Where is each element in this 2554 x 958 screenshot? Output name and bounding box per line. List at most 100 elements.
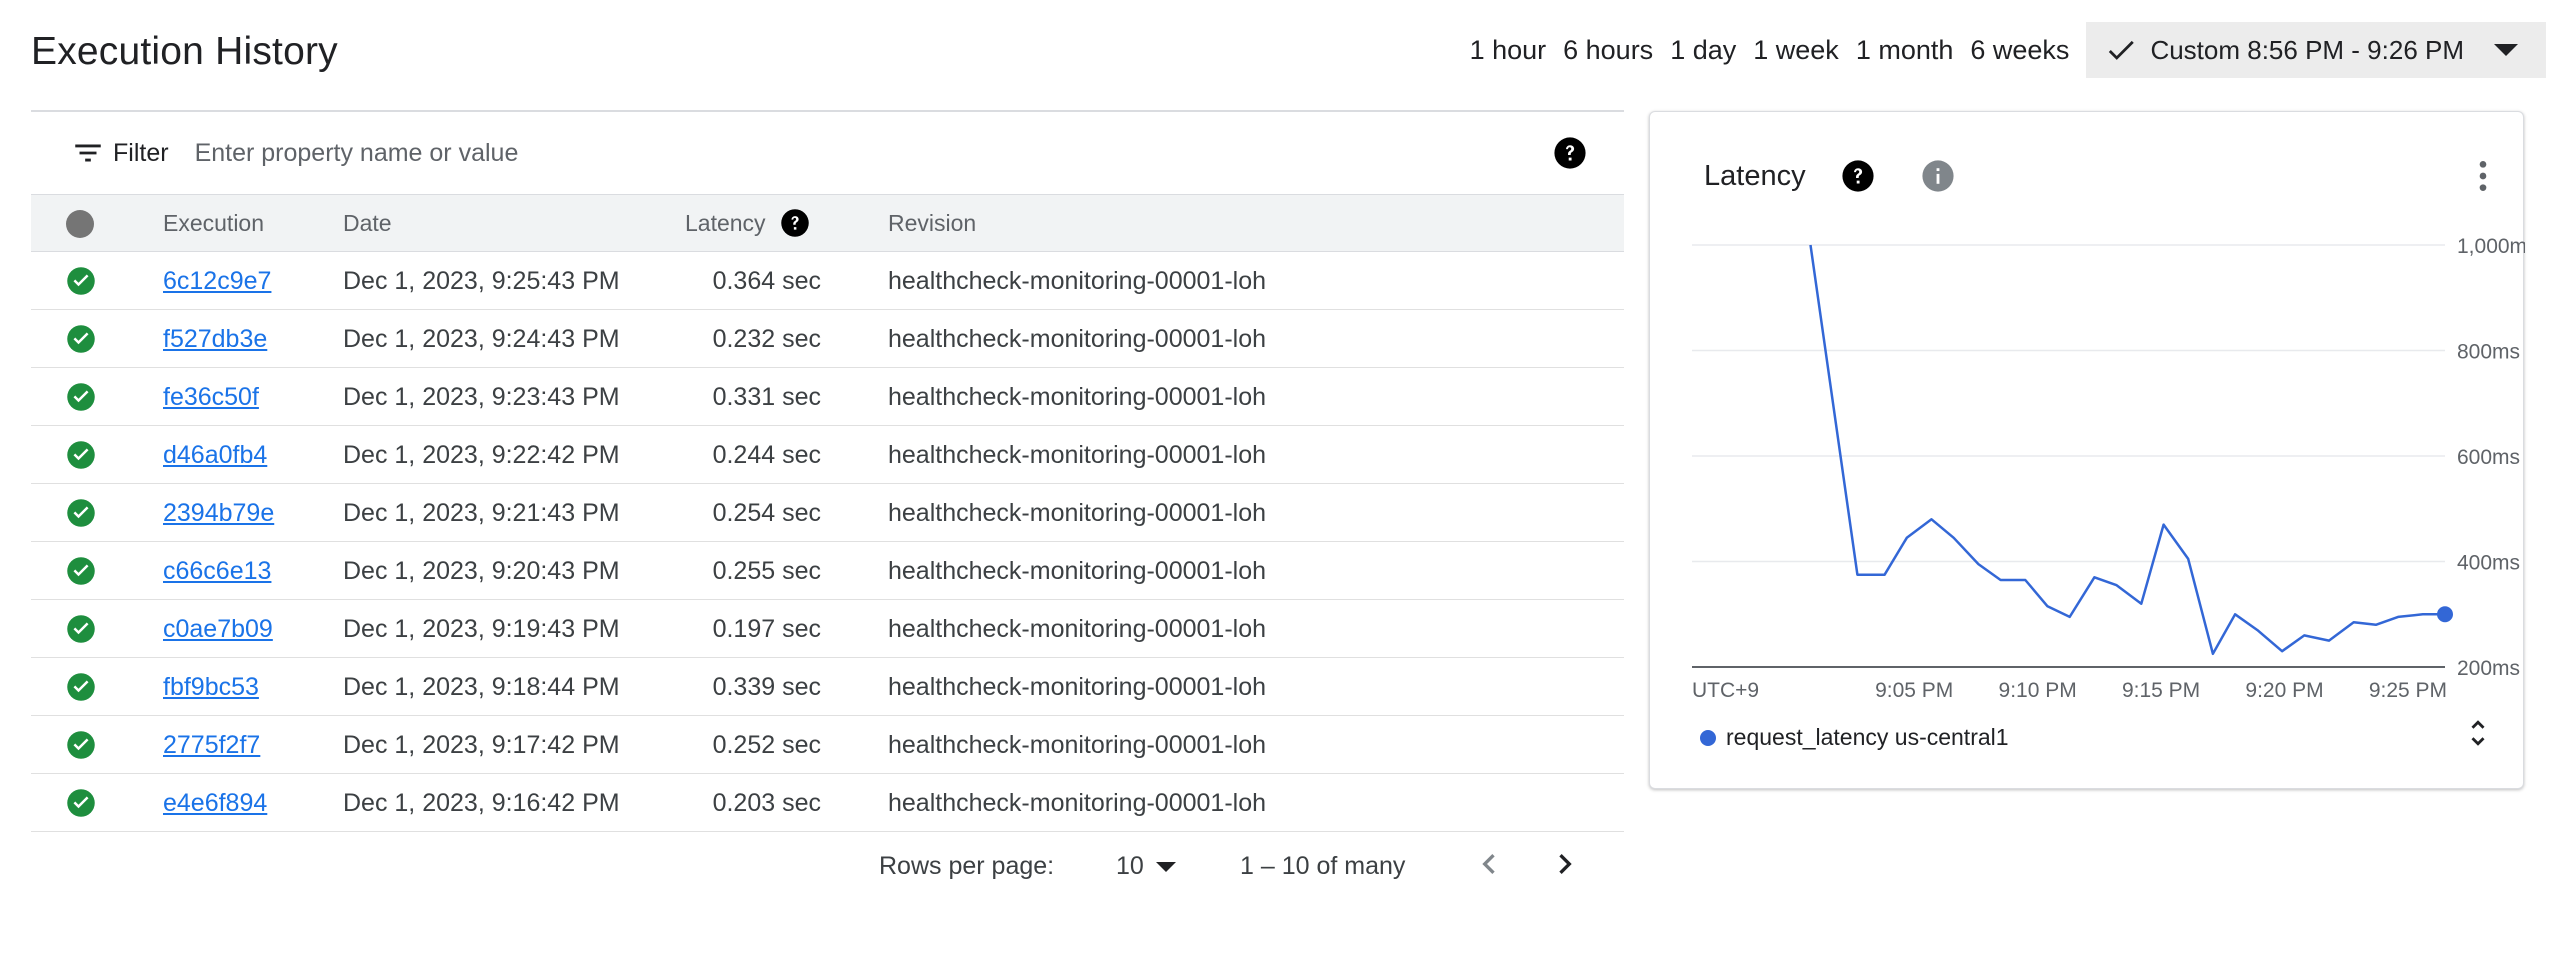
chevron-right-icon[interactable] <box>1545 844 1585 884</box>
dropdown-caret-icon <box>2494 44 2518 56</box>
expand-collapse-icon[interactable] <box>2461 716 2495 750</box>
execution-revision: healthcheck-monitoring-00001-loh <box>888 731 1267 759</box>
table-row: fe36c50f Dec 1, 2023, 9:23:43 PM 0.331 s… <box>31 368 1624 426</box>
range-1-hour[interactable]: 1 hour <box>1470 35 1547 66</box>
pagination: Rows per page: 10 1 – 10 of many <box>31 832 1624 898</box>
success-check-icon <box>67 383 95 411</box>
success-check-icon <box>67 441 95 469</box>
execution-latency: 0.364 sec <box>712 267 821 295</box>
series-line <box>1809 244 2445 656</box>
execution-date: Dec 1, 2023, 9:22:42 PM <box>343 441 620 469</box>
execution-latency: 0.255 sec <box>712 557 821 585</box>
success-check-icon <box>67 267 95 295</box>
filter-icon[interactable] <box>71 136 105 170</box>
custom-range-dropdown[interactable]: Custom 8:56 PM - 9:26 PM <box>2086 22 2546 78</box>
execution-link[interactable]: c66c6e13 <box>163 557 271 586</box>
execution-revision: healthcheck-monitoring-00001-loh <box>888 499 1267 527</box>
execution-table-panel: Filter Execution Date Latency Revision 6… <box>31 110 1624 898</box>
execution-date: Dec 1, 2023, 9:18:44 PM <box>343 673 620 701</box>
table-row: 6c12c9e7 Dec 1, 2023, 9:25:43 PM 0.364 s… <box>31 252 1624 310</box>
execution-link[interactable]: 6c12c9e7 <box>163 267 271 296</box>
success-check-icon <box>67 673 95 701</box>
execution-revision: healthcheck-monitoring-00001-loh <box>888 673 1267 701</box>
range-1-day[interactable]: 1 day <box>1670 35 1736 66</box>
execution-link[interactable]: c0ae7b09 <box>163 615 273 644</box>
rows-per-page-label: Rows per page: <box>879 852 1055 880</box>
success-check-icon <box>67 557 95 585</box>
header-execution[interactable]: Execution <box>163 210 264 237</box>
timezone-label: UTC+9 <box>1692 679 1759 702</box>
success-check-icon <box>67 325 95 353</box>
range-1-month[interactable]: 1 month <box>1856 35 1954 66</box>
x-tick-label: 9:10 PM <box>1999 679 2077 702</box>
execution-revision: healthcheck-monitoring-00001-loh <box>888 383 1267 411</box>
range-6-weeks[interactable]: 6 weeks <box>1970 35 2069 66</box>
check-icon <box>2109 40 2135 60</box>
header-latency[interactable]: Latency <box>685 208 810 238</box>
execution-revision: healthcheck-monitoring-00001-loh <box>888 615 1267 643</box>
range-1-week[interactable]: 1 week <box>1753 35 1839 66</box>
rows-per-page-select[interactable]: 10 <box>1116 852 1176 881</box>
execution-latency: 0.244 sec <box>712 441 821 469</box>
range-6-hours[interactable]: 6 hours <box>1563 35 1653 66</box>
filter-bar: Filter <box>31 112 1624 194</box>
execution-date: Dec 1, 2023, 9:20:43 PM <box>343 557 620 585</box>
chart-legend[interactable]: request_latency us-central1 <box>1700 724 2009 751</box>
success-check-icon <box>67 731 95 759</box>
table-row: f527db3e Dec 1, 2023, 9:24:43 PM 0.232 s… <box>31 310 1624 368</box>
table-header: Execution Date Latency Revision <box>31 194 1624 252</box>
execution-link[interactable]: d46a0fb4 <box>163 441 267 470</box>
chevron-left-icon[interactable] <box>1469 844 1509 884</box>
y-tick-label: 1,000ms <box>2457 235 2525 258</box>
execution-latency: 0.339 sec <box>712 673 821 701</box>
x-tick-label: 9:25 PM <box>2369 679 2447 702</box>
execution-link[interactable]: f527db3e <box>163 325 267 354</box>
execution-latency: 0.331 sec <box>712 383 821 411</box>
execution-date: Dec 1, 2023, 9:19:43 PM <box>343 615 620 643</box>
x-tick-label: 9:05 PM <box>1875 679 1953 702</box>
header-date[interactable]: Date <box>343 210 392 237</box>
execution-date: Dec 1, 2023, 9:24:43 PM <box>343 325 620 353</box>
filter-input[interactable] <box>194 138 1095 168</box>
table-row: 2775f2f7 Dec 1, 2023, 9:17:42 PM 0.252 s… <box>31 716 1624 774</box>
execution-revision: healthcheck-monitoring-00001-loh <box>888 267 1267 295</box>
header-latency-label: Latency <box>685 209 766 236</box>
table-row: d46a0fb4 Dec 1, 2023, 9:22:42 PM 0.244 s… <box>31 426 1624 484</box>
legend-series-name: request_latency us-central1 <box>1726 724 2009 750</box>
execution-revision: healthcheck-monitoring-00001-loh <box>888 325 1267 353</box>
execution-link[interactable]: fe36c50f <box>163 383 259 412</box>
table-row: fbf9bc53 Dec 1, 2023, 9:18:44 PM 0.339 s… <box>31 658 1624 716</box>
y-tick-label: 200ms <box>2457 657 2520 680</box>
success-check-icon <box>67 615 95 643</box>
page-range-text: 1 – 10 of many <box>1240 852 1406 880</box>
execution-date: Dec 1, 2023, 9:16:42 PM <box>343 789 620 817</box>
status-header-icon <box>66 210 94 238</box>
page-title: Execution History <box>31 30 338 73</box>
latency-chart-card: Latency 200ms400ms600ms800ms1,000msUTC+9… <box>1649 111 2525 789</box>
header-revision[interactable]: Revision <box>888 210 976 237</box>
help-icon[interactable] <box>1553 136 1587 170</box>
legend-series-dot <box>1700 729 1716 746</box>
execution-link[interactable]: 2775f2f7 <box>163 731 260 760</box>
execution-latency: 0.197 sec <box>712 615 821 643</box>
table-row: 2394b79e Dec 1, 2023, 9:21:43 PM 0.254 s… <box>31 484 1624 542</box>
execution-date: Dec 1, 2023, 9:25:43 PM <box>343 267 620 295</box>
execution-link[interactable]: e4e6f894 <box>163 789 267 818</box>
y-tick-label: 800ms <box>2457 341 2520 364</box>
rows-per-page-value: 10 <box>1116 852 1144 880</box>
filter-label[interactable]: Filter <box>113 139 169 168</box>
series-end-point <box>2437 606 2453 623</box>
latency-chart: 200ms 400ms 600ms 800ms 1,000ms UTC+9 9:05 PM 9… <box>1692 235 2525 702</box>
help-icon[interactable] <box>780 208 810 238</box>
dropdown-caret-icon <box>1155 861 1176 872</box>
table-body: 6c12c9e7 Dec 1, 2023, 9:25:43 PM 0.364 s… <box>31 252 1624 832</box>
execution-latency: 0.252 sec <box>712 731 821 759</box>
execution-link[interactable]: 2394b79e <box>163 499 274 528</box>
y-tick-label: 600ms <box>2457 446 2520 469</box>
table-row: c66c6e13 Dec 1, 2023, 9:20:43 PM 0.255 s… <box>31 542 1624 600</box>
execution-link[interactable]: fbf9bc53 <box>163 673 259 702</box>
execution-date: Dec 1, 2023, 9:23:43 PM <box>343 383 620 411</box>
table-row: c0ae7b09 Dec 1, 2023, 9:19:43 PM 0.197 s… <box>31 600 1624 658</box>
execution-latency: 0.232 sec <box>712 325 821 353</box>
success-check-icon <box>67 789 95 817</box>
